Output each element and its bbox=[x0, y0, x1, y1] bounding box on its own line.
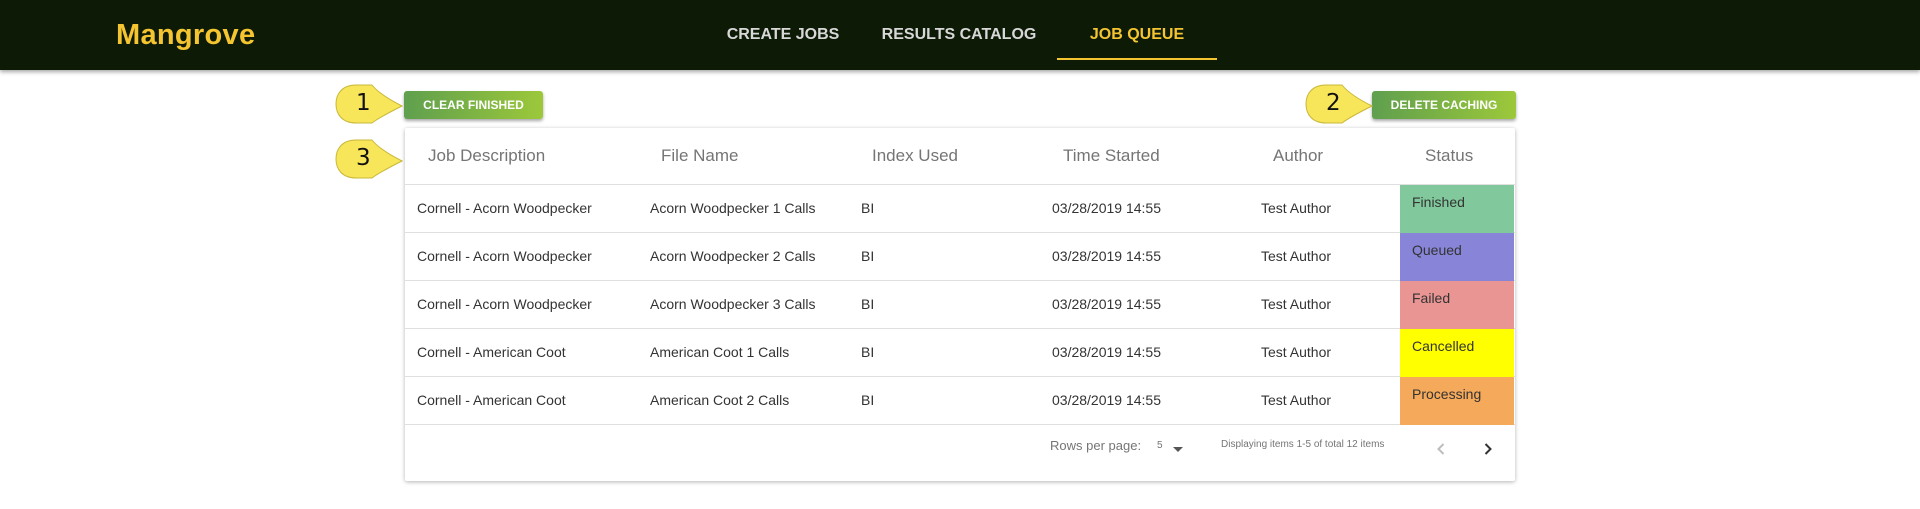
status-badge: Processing bbox=[1400, 377, 1514, 425]
tab-job-queue[interactable]: JOB QUEUE bbox=[1057, 0, 1217, 70]
table-row[interactable]: Cornell - American Coot American Coot 1 … bbox=[405, 329, 1515, 377]
callout-bubble-shape bbox=[1305, 84, 1374, 124]
cell-time-started: 03/28/2019 14:55 bbox=[1052, 296, 1161, 312]
callout-bubble-shape bbox=[335, 84, 404, 124]
status-badge: Cancelled bbox=[1400, 329, 1514, 377]
status-badge: Failed bbox=[1400, 281, 1514, 329]
cell-time-started: 03/28/2019 14:55 bbox=[1052, 248, 1161, 264]
cell-job-description: Cornell - Acorn Woodpecker bbox=[417, 200, 592, 216]
cell-time-started: 03/28/2019 14:55 bbox=[1052, 392, 1161, 408]
callout-1-number: 1 bbox=[356, 90, 371, 116]
status-badge: Queued bbox=[1400, 233, 1514, 281]
rows-per-page-select[interactable]: 5 bbox=[1157, 440, 1163, 451]
chevron-right-icon bbox=[1484, 443, 1492, 455]
job-queue-table: Job Description File Name Index Used Tim… bbox=[405, 128, 1515, 481]
column-header-index-used[interactable]: Index Used bbox=[872, 128, 958, 184]
previous-page-button[interactable] bbox=[1429, 437, 1453, 461]
status-badge: Finished bbox=[1400, 185, 1514, 233]
callout-3: 3 bbox=[334, 137, 414, 181]
column-header-author[interactable]: Author bbox=[1273, 128, 1323, 184]
cell-index-used: BI bbox=[861, 392, 875, 408]
column-header-status[interactable]: Status bbox=[1425, 128, 1473, 184]
caret-down-icon[interactable] bbox=[1173, 447, 1183, 452]
cell-index-used: BI bbox=[861, 200, 875, 216]
cell-author: Test Author bbox=[1261, 248, 1332, 264]
table-row[interactable]: Cornell - Acorn Woodpecker Acorn Woodpec… bbox=[405, 185, 1515, 233]
table-pagination: Rows per page: 5 Displaying items 1-5 of… bbox=[405, 425, 1515, 481]
table-row[interactable]: Cornell - Acorn Woodpecker Acorn Woodpec… bbox=[405, 233, 1515, 281]
tab-create-jobs-label: CREATE JOBS bbox=[726, 26, 840, 43]
cell-file-name: Acorn Woodpecker 2 Calls bbox=[650, 248, 816, 264]
cell-author: Test Author bbox=[1261, 344, 1332, 360]
column-header-job-description[interactable]: Job Description bbox=[428, 128, 545, 184]
cell-index-used: BI bbox=[861, 248, 875, 264]
cell-author: Test Author bbox=[1261, 392, 1332, 408]
cell-time-started: 03/28/2019 14:55 bbox=[1052, 344, 1161, 360]
cell-index-used: BI bbox=[861, 296, 875, 312]
chevron-left-icon bbox=[1437, 443, 1445, 455]
top-navbar: Mangrove CREATE JOBS RESULTS CATALOG JOB… bbox=[0, 0, 1920, 70]
clear-finished-button[interactable]: CLEAR FINISHED bbox=[404, 91, 543, 119]
cell-job-description: Cornell - Acorn Woodpecker bbox=[417, 248, 592, 264]
cell-job-description: Cornell - American Coot bbox=[417, 344, 566, 360]
delete-caching-button[interactable]: DELETE CACHING bbox=[1372, 91, 1516, 119]
active-tab-indicator bbox=[1057, 58, 1217, 60]
table-row[interactable]: Cornell - Acorn Woodpecker Acorn Woodpec… bbox=[405, 281, 1515, 329]
tab-results-catalog[interactable]: RESULTS CATALOG bbox=[874, 0, 1044, 70]
tab-results-catalog-label: RESULTS CATALOG bbox=[881, 26, 1037, 43]
cell-index-used: BI bbox=[861, 344, 875, 360]
callout-3-number: 3 bbox=[356, 145, 371, 171]
column-header-file-name[interactable]: File Name bbox=[661, 128, 738, 184]
cell-author: Test Author bbox=[1261, 200, 1332, 216]
table-row[interactable]: Cornell - American Coot American Coot 2 … bbox=[405, 377, 1515, 425]
cell-time-started: 03/28/2019 14:55 bbox=[1052, 200, 1161, 216]
cell-job-description: Cornell - Acorn Woodpecker bbox=[417, 296, 592, 312]
cell-file-name: American Coot 1 Calls bbox=[650, 344, 790, 360]
cell-file-name: American Coot 2 Calls bbox=[650, 392, 790, 408]
callout-2-number: 2 bbox=[1326, 90, 1341, 116]
tab-create-jobs[interactable]: CREATE JOBS bbox=[712, 0, 854, 70]
tab-job-queue-label: JOB QUEUE bbox=[1089, 26, 1185, 43]
cell-file-name: Acorn Woodpecker 1 Calls bbox=[650, 200, 816, 216]
cell-file-name: Acorn Woodpecker 3 Calls bbox=[650, 296, 816, 312]
rows-per-page-label: Rows per page: bbox=[1050, 438, 1142, 453]
cell-job-description: Cornell - American Coot bbox=[417, 392, 566, 408]
next-page-button[interactable] bbox=[1476, 437, 1500, 461]
cell-author: Test Author bbox=[1261, 296, 1332, 312]
pagination-range-label: Displaying items 1-5 of total 12 items bbox=[1221, 439, 1385, 450]
app-logo[interactable]: Mangrove bbox=[116, 19, 255, 52]
table-header: Job Description File Name Index Used Tim… bbox=[405, 128, 1515, 185]
callout-2: 2 bbox=[1304, 82, 1384, 126]
column-header-time-started[interactable]: Time Started bbox=[1063, 128, 1160, 184]
callout-bubble-shape bbox=[335, 139, 404, 179]
callout-1: 1 bbox=[334, 82, 414, 126]
